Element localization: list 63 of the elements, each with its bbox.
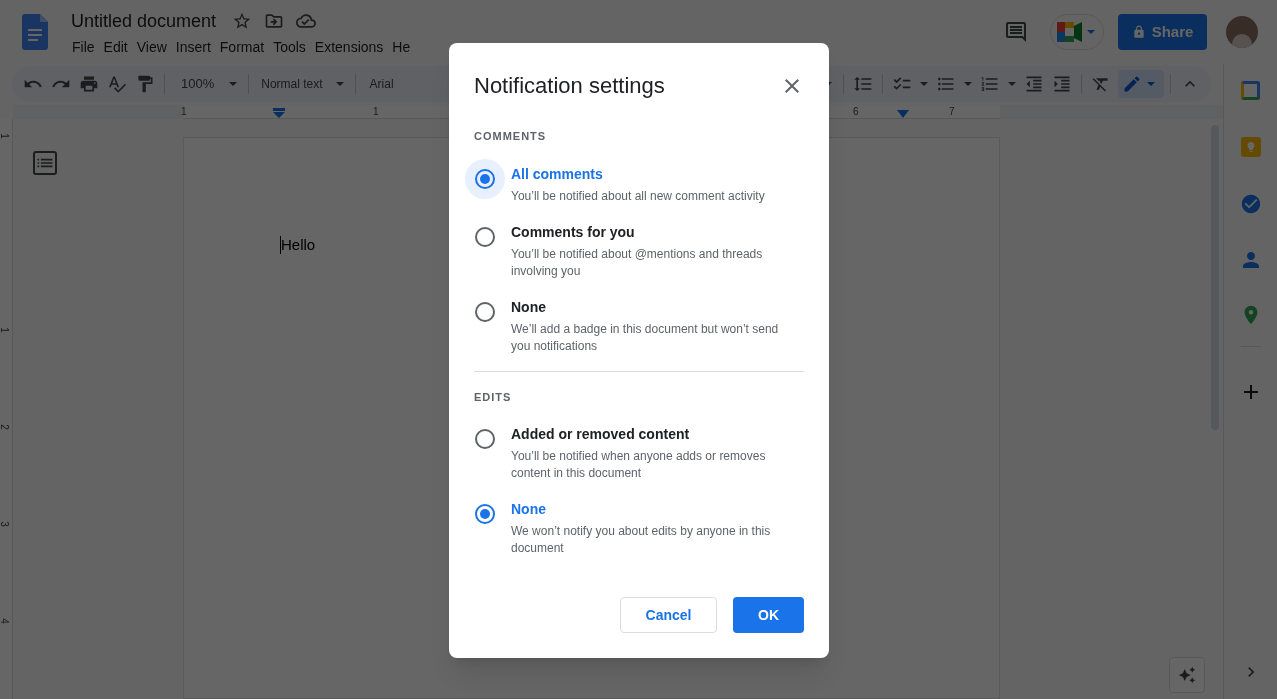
menu-item[interactable]: Tools: [270, 36, 309, 58]
option-label[interactable]: All comments: [511, 163, 793, 185]
share-button[interactable]: Share: [1118, 14, 1207, 50]
sparkle-icon: [1178, 666, 1196, 684]
pencil-icon: [1122, 74, 1142, 94]
ruler-number: 1: [0, 133, 9, 139]
cancel-button[interactable]: Cancel: [620, 597, 717, 633]
menu-item[interactable]: File: [69, 36, 98, 58]
outline-icon[interactable]: [33, 151, 57, 175]
option-description: We won’t notify you about edits by anyone in this document: [511, 523, 772, 557]
zoom-dropdown[interactable]: 100%: [171, 74, 243, 94]
radio-button[interactable]: [465, 158, 505, 199]
style-dropdown[interactable]: Normal text: [255, 75, 349, 93]
ruler-number: 6: [853, 105, 859, 119]
option-description: You’ll be notified about all new comment activity: [511, 187, 766, 205]
dialog-title: Notification settings: [474, 72, 665, 100]
editing-mode-button[interactable]: [1118, 70, 1164, 98]
ruler-number: 3: [0, 521, 9, 527]
ruler-number: 7: [949, 105, 955, 119]
option-label[interactable]: None: [511, 296, 793, 318]
lock-icon: [1131, 25, 1146, 39]
ruler-number: 1: [181, 105, 187, 119]
font-dropdown[interactable]: Arial: [361, 75, 394, 93]
indent-marker-icon[interactable]: [897, 110, 909, 118]
ruler-number: 4: [0, 618, 9, 624]
folder-move-icon[interactable]: [264, 11, 285, 31]
ruler-number: 1: [0, 327, 9, 333]
menu-item[interactable]: He: [389, 36, 414, 58]
ruler-number: 2: [0, 424, 9, 430]
document-title[interactable]: Untitled document: [71, 7, 217, 35]
caret-icon: [335, 82, 344, 86]
menu-item[interactable]: Extensions: [311, 36, 387, 58]
caret-icon: [1147, 82, 1155, 86]
menu-item[interactable]: Insert: [172, 36, 214, 58]
option-description: We’ll add a badge in this document but won’t send you notifications: [511, 320, 780, 355]
caret-icon[interactable]: [920, 82, 928, 86]
menu-item[interactable]: View: [133, 36, 170, 58]
cloud-icon[interactable]: [296, 11, 317, 31]
caret-icon[interactable]: [964, 82, 972, 86]
calendar-icon[interactable]: [1241, 81, 1260, 100]
caret-icon[interactable]: [1087, 30, 1095, 34]
ruler-number: 1: [373, 105, 379, 119]
docs-logo-icon[interactable]: [22, 14, 48, 50]
option-description: You’ll be notified when anyone adds or removes content in this document: [511, 448, 767, 482]
option-label[interactable]: None: [511, 499, 793, 520]
tasks-icon[interactable]: [1239, 193, 1262, 215]
menu-item[interactable]: Format: [216, 36, 268, 58]
caret-icon: [229, 82, 238, 86]
video-camera-icon: [1057, 22, 1083, 42]
explore-button[interactable]: [1169, 657, 1205, 693]
section-heading: EDITS: [474, 389, 513, 405]
option-description: You’ll be notified about @mentions and threads involving you: [511, 245, 764, 280]
option-label[interactable]: Added or removed content: [511, 424, 793, 445]
avatar[interactable]: [1226, 16, 1258, 48]
lightbulb-icon: [1244, 141, 1257, 153]
caret-icon[interactable]: [1008, 82, 1016, 86]
option-label[interactable]: Comments for you: [511, 221, 793, 243]
document-text: Hello: [281, 235, 316, 255]
section-heading: COMMENTS: [474, 129, 548, 144]
menu-item[interactable]: Edit: [100, 36, 131, 58]
indent-marker-icon[interactable]: [273, 108, 285, 118]
comment-icon[interactable]: [1004, 20, 1028, 44]
ok-button[interactable]: OK: [733, 597, 804, 633]
